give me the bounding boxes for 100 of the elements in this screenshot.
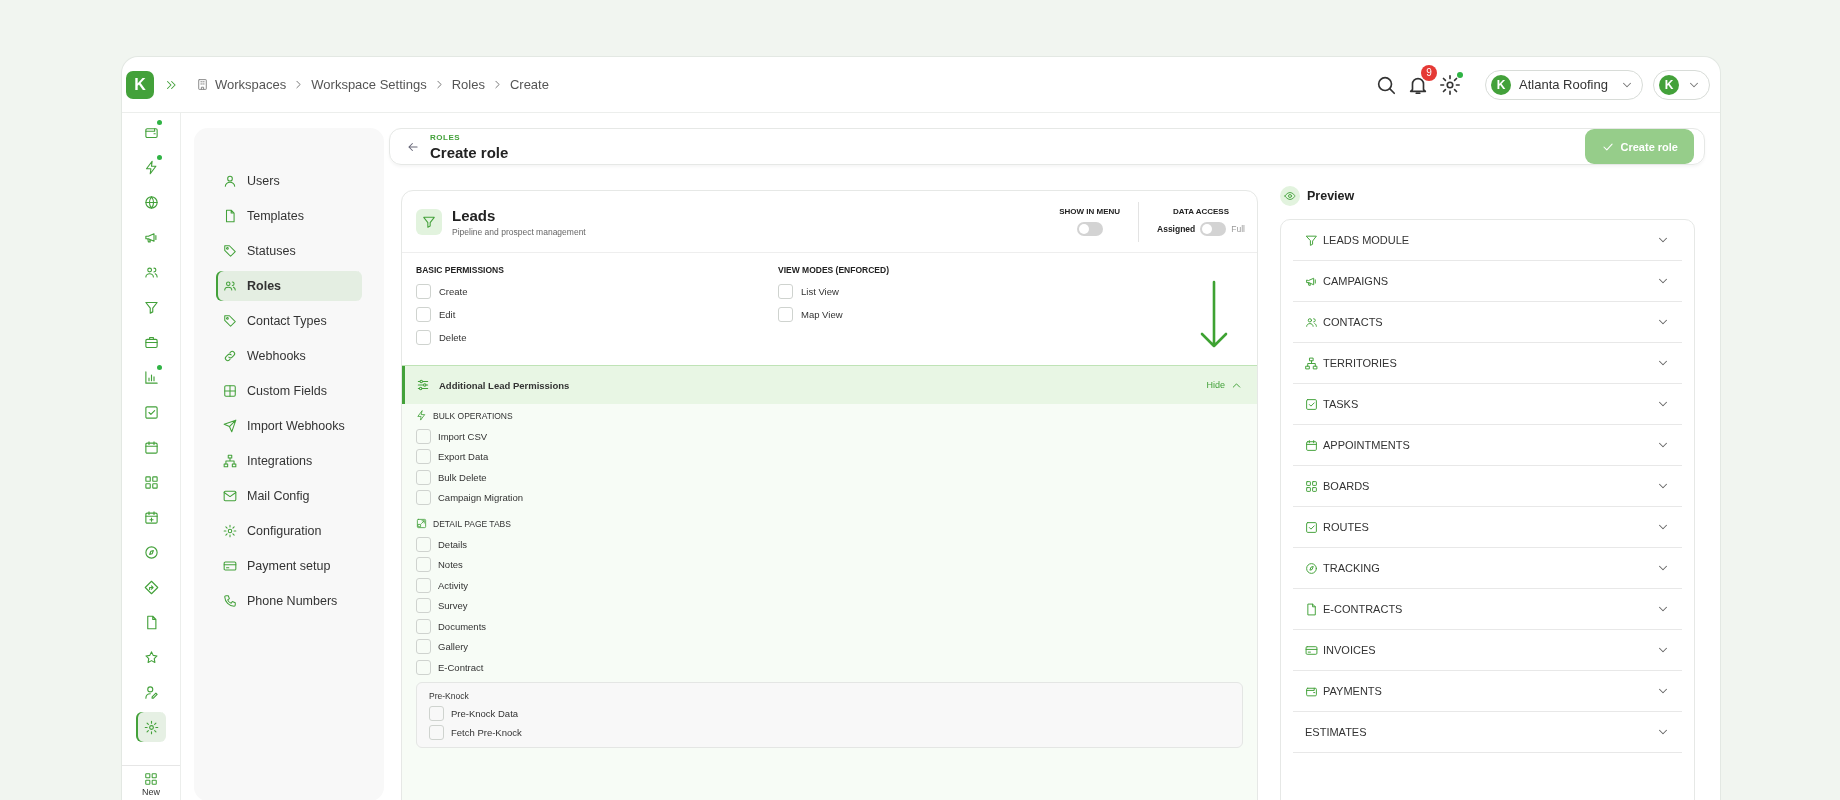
checkbox[interactable]: [429, 724, 444, 740]
checkbox[interactable]: [416, 490, 431, 505]
checkbox-label: List View: [801, 286, 839, 297]
preview-menu-item[interactable]: TERRITORIES: [1293, 343, 1682, 384]
preview-menu-item[interactable]: ROUTES: [1293, 507, 1682, 548]
breadcrumb-link[interactable]: Roles: [451, 77, 485, 92]
star-icon: [143, 649, 159, 665]
checkbox[interactable]: [416, 557, 431, 572]
section-title: Additional Lead Permissions: [439, 379, 571, 391]
card-icon: [223, 559, 237, 573]
grid-icon: [1305, 479, 1318, 493]
network-icon: [1305, 356, 1318, 370]
funnel-icon: [416, 208, 442, 235]
breadcrumb-link[interactable]: Workspaces: [215, 77, 287, 92]
building-icon: [196, 78, 209, 91]
globe-icon: [143, 194, 159, 210]
bolt-icon: [143, 159, 159, 175]
compass-icon: [1305, 561, 1318, 575]
preview-menu-item[interactable]: LEADS MODULE: [1293, 220, 1682, 261]
settings-nav-item[interactable]: Configuration: [216, 516, 362, 546]
checkbox[interactable]: [416, 307, 431, 322]
grid-icon: [143, 474, 159, 490]
settings-nav-item[interactable]: Custom Fields: [216, 376, 362, 406]
settings-nav-item[interactable]: Templates: [216, 201, 362, 231]
network-icon: [223, 454, 237, 468]
new-button[interactable]: New: [122, 765, 180, 800]
checkbox[interactable]: [416, 469, 431, 485]
preview-menu-item[interactable]: CAMPAIGNS: [1293, 261, 1682, 302]
settings-nav-item[interactable]: Import Webhooks: [216, 411, 362, 441]
tag-icon: [223, 314, 237, 328]
checkbox-label: Map View: [801, 309, 843, 320]
checkbox-label: Bulk Delete: [438, 471, 487, 483]
notification-badge: 9: [1421, 64, 1437, 81]
checkbox-label: Create: [439, 286, 468, 297]
checkbox[interactable]: [416, 284, 431, 299]
toggle-label: DATA ACCESS: [1173, 207, 1229, 216]
settings-nav-item[interactable]: Users: [216, 166, 362, 196]
settings-nav-item[interactable]: Phone Numbers: [216, 586, 362, 616]
send-icon: [223, 419, 237, 433]
toggle-option: Full: [1231, 224, 1245, 234]
settings-nav-item[interactable]: Webhooks: [216, 341, 362, 371]
group-title: DETAIL PAGE TABS: [433, 518, 511, 529]
preview-menu-item[interactable]: APPOINTMENTS: [1293, 425, 1682, 466]
calendar-icon: [1305, 438, 1318, 452]
users-icon: [143, 264, 159, 280]
settings-nav-item[interactable]: Payment setup: [216, 551, 362, 581]
checkbox[interactable]: [416, 330, 431, 345]
preview-menu-item[interactable]: ESTIMATES: [1293, 712, 1682, 753]
external-icon: [416, 518, 427, 529]
show-in-menu-toggle[interactable]: [1076, 222, 1103, 236]
section-title: BASIC PERMISSIONS: [416, 265, 505, 275]
checkbox[interactable]: [416, 449, 431, 464]
compass-icon: [143, 544, 159, 560]
funnel-icon: [143, 299, 159, 315]
gear-icon: [223, 524, 237, 538]
users-icon: [223, 279, 237, 293]
checkbox[interactable]: [416, 639, 431, 654]
sliders-icon: [416, 378, 430, 392]
preview-menu-item[interactable]: CONTACTS: [1293, 302, 1682, 343]
settings-nav-item[interactable]: Integrations: [216, 446, 362, 476]
users-icon: [1305, 315, 1318, 329]
checkbox[interactable]: [416, 577, 431, 593]
checkbox-label: Edit: [439, 309, 456, 320]
tag-icon: [223, 244, 237, 258]
funnel-icon: [1305, 233, 1318, 247]
preview-menu-item[interactable]: PAYMENTS: [1293, 671, 1682, 712]
user-icon: [223, 174, 237, 188]
checkbox[interactable]: [416, 598, 431, 613]
checkbox[interactable]: [416, 659, 431, 675]
checkbox[interactable]: [778, 284, 793, 299]
briefcase-icon: [143, 334, 159, 350]
checkbox[interactable]: [416, 536, 431, 552]
calendar-icon: [143, 439, 159, 455]
preview-menu-item[interactable]: TASKS: [1293, 384, 1682, 425]
checkbox-label: Fetch Pre-Knock: [451, 726, 522, 738]
module-title: Leads: [452, 206, 497, 224]
file-icon: [1305, 602, 1318, 616]
checkbox-label: Delete: [439, 332, 467, 343]
workspace-select[interactable]: K Atlanta Roofing: [1485, 69, 1643, 100]
settings-icon[interactable]: [1439, 73, 1461, 96]
checkbox[interactable]: [416, 618, 431, 634]
settings-nav-item[interactable]: Roles: [216, 271, 362, 301]
check-square-icon: [1305, 520, 1318, 534]
phone-icon: [223, 594, 237, 608]
rail-nav-item[interactable]: [136, 712, 166, 742]
preview-menu-item[interactable]: E-CONTRACTS: [1293, 589, 1682, 630]
preview-menu-item[interactable]: TRACKING: [1293, 548, 1682, 589]
settings-nav-item[interactable]: Contact Types: [216, 306, 362, 336]
checkbox[interactable]: [778, 307, 793, 322]
checkbox[interactable]: [416, 428, 431, 444]
breadcrumb-link[interactable]: Workspace Settings: [311, 77, 427, 92]
data-access-toggle[interactable]: [1200, 222, 1227, 236]
page-title: Create role: [430, 143, 509, 161]
preview-menu-item[interactable]: INVOICES: [1293, 630, 1682, 671]
expandable-section-header[interactable]: Additional Lead Permissions Hide: [402, 365, 1257, 404]
checkbox-label: Notes: [438, 559, 463, 570]
checkbox[interactable]: [429, 705, 444, 721]
settings-nav-item[interactable]: Statuses: [216, 236, 362, 266]
settings-nav-item[interactable]: Mail Config: [216, 481, 362, 511]
preview-menu-item[interactable]: BOARDS: [1293, 466, 1682, 507]
